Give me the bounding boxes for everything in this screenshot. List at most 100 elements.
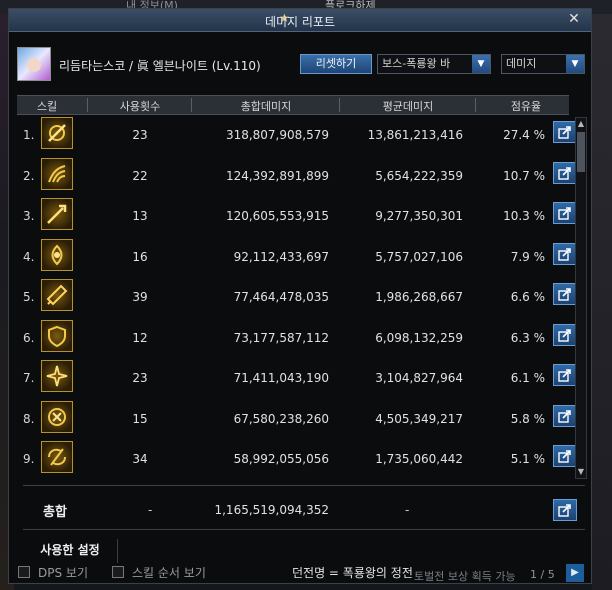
share-button[interactable] (553, 121, 577, 143)
next-page-icon[interactable]: ▶ (566, 564, 584, 582)
row-total: 120,605,553,915 (225, 209, 329, 223)
row-avg: 6,098,132,259 (375, 330, 463, 345)
chevron-down-icon[interactable]: ▼ (566, 55, 584, 73)
row-total: 318,807,908,579 (225, 128, 329, 142)
share-export-icon (558, 369, 571, 382)
share-export-icon (558, 328, 571, 342)
row-share: 7.9 % (510, 249, 545, 264)
share-button[interactable] (553, 499, 577, 521)
damage-report-window: ★ 데미지 리포트 ✕ 리듬타는스코 / 眞 엘븐나이트 (Lv.110) 리셋… (8, 8, 592, 584)
share-button[interactable] (553, 283, 577, 305)
table-row: 6. 12 73,177,587,112 6,098,132,259 6.3 % (17, 318, 577, 358)
share-button[interactable] (553, 364, 577, 386)
column-count: 사용횟수 (119, 100, 161, 113)
table-row: 7. 23 71,411,043,190 3,104,827,964 6.1 % (17, 358, 577, 398)
share-export-icon (558, 166, 571, 180)
row-count: 22 (132, 168, 148, 183)
divider (23, 485, 585, 486)
total-damage: 1,165,519,094,352 (214, 503, 329, 517)
scroll-thumb[interactable] (577, 132, 585, 172)
scroll-up-icon[interactable]: ▲ (576, 118, 586, 130)
divider (23, 529, 585, 530)
share-button[interactable] (553, 445, 577, 467)
metric-select-value: 데미지 (506, 57, 537, 70)
skill-order-checkbox[interactable] (112, 566, 124, 578)
column-share: 점유율 (510, 100, 542, 113)
row-share: 6.6 % (510, 290, 545, 304)
claw-rush-icon (41, 157, 73, 190)
row-share: 10.7 % (503, 168, 545, 183)
spear-thrust-icon (41, 198, 73, 230)
share-button[interactable] (553, 323, 577, 346)
footer-bar: DPS 보기 스킬 순서 보기 던전명 = 폭룡왕의 정전 토벌전 보상 획득 … (0, 556, 612, 590)
table-row: 3. 13 120,605,553,915 9,277,350,301 10.3 % (17, 196, 577, 236)
table-row: 8. 15 67,580,238,260 4,505,349,217 5.8 % (17, 399, 577, 439)
total-label: 총합 (43, 505, 67, 520)
share-export-icon (558, 288, 571, 301)
sword-icon (41, 279, 73, 311)
row-count: 23 (132, 371, 148, 385)
close-icon[interactable]: ✕ (565, 10, 583, 28)
total-count: - (148, 503, 153, 517)
total-row: 총합 - 1,165,519,094,352 - (17, 493, 577, 527)
total-avg: - (405, 503, 410, 517)
chevron-down-icon[interactable]: ▼ (472, 55, 490, 73)
row-rank: 2. (23, 168, 35, 183)
share-export-icon (558, 450, 571, 463)
row-count: 13 (132, 209, 148, 223)
row-count: 39 (132, 290, 148, 304)
row-avg: 5,757,027,106 (375, 249, 463, 264)
row-rank: 3. (23, 209, 35, 223)
row-avg: 1,986,268,667 (375, 290, 463, 304)
row-share: 27.4 % (503, 128, 545, 142)
metric-select[interactable]: 데미지 ▼ (501, 54, 585, 74)
row-avg: 4,505,349,217 (375, 411, 463, 426)
window-titlebar[interactable]: ★ 데미지 리포트 ✕ (9, 9, 591, 32)
row-count: 23 (132, 128, 148, 142)
sunburst-slash-icon (41, 117, 73, 149)
row-rank: 6. (23, 330, 35, 345)
row-rank: 8. (23, 411, 35, 426)
avatar (17, 47, 51, 81)
burst-strike-icon (41, 360, 73, 392)
table-row: 4. 16 92,112,433,697 5,757,027,106 7.9 % (17, 237, 577, 277)
share-export-icon (558, 504, 571, 517)
row-share: 6.3 % (510, 330, 545, 345)
flame-rune-icon (41, 238, 73, 271)
row-total: 73,177,587,112 (233, 330, 329, 345)
table-row: 2. 22 124,392,891,899 5,654,222,359 10.7 % (17, 156, 577, 196)
column-skill: 스킬 (36, 100, 58, 113)
row-rank: 7. (23, 371, 35, 385)
row-share: 6.1 % (510, 371, 545, 385)
row-rank: 9. (23, 452, 35, 466)
skill-order-checkbox-label: 스킬 순서 보기 (132, 566, 206, 580)
table-row: 9. 34 58,992,055,056 1,735,060,442 5.1 % (17, 439, 577, 479)
share-button[interactable] (553, 202, 577, 224)
share-export-icon (558, 207, 571, 220)
row-share: 10.3 % (503, 209, 545, 223)
share-export-icon (558, 247, 571, 261)
row-avg: 13,861,213,416 (367, 128, 463, 142)
share-button[interactable] (553, 242, 577, 265)
scroll-down-icon[interactable]: ▼ (576, 466, 586, 478)
column-total: 총합데미지 (240, 100, 292, 113)
whirl-strike-icon (41, 441, 73, 473)
table-row: 5. 39 77,464,478,035 1,986,268,667 6.6 % (17, 277, 577, 317)
dungeon-status: 던전명 = 폭룡왕의 정전 (292, 566, 413, 580)
character-name: 리듬타는스코 / 眞 엘븐나이트 (Lv.110) (59, 59, 261, 73)
share-button[interactable] (553, 161, 577, 184)
scrollbar[interactable]: ▲ ▼ (575, 117, 587, 479)
share-button[interactable] (553, 404, 577, 427)
bg-reward-text: 토벌전 보상 획득 가능 (414, 570, 516, 583)
dps-checkbox[interactable] (18, 566, 30, 578)
reset-button[interactable]: 리셋하기 (300, 54, 372, 74)
row-count: 12 (132, 330, 148, 345)
game-background-right (592, 14, 612, 590)
row-total: 71,411,043,190 (233, 371, 329, 385)
row-rank: 5. (23, 290, 35, 304)
row-count: 15 (132, 411, 148, 426)
row-rank: 1. (23, 128, 35, 142)
boss-select[interactable]: 보스-폭룡왕 바 ▼ (377, 54, 491, 74)
row-avg: 3,104,827,964 (375, 371, 463, 385)
row-count: 34 (132, 452, 148, 466)
